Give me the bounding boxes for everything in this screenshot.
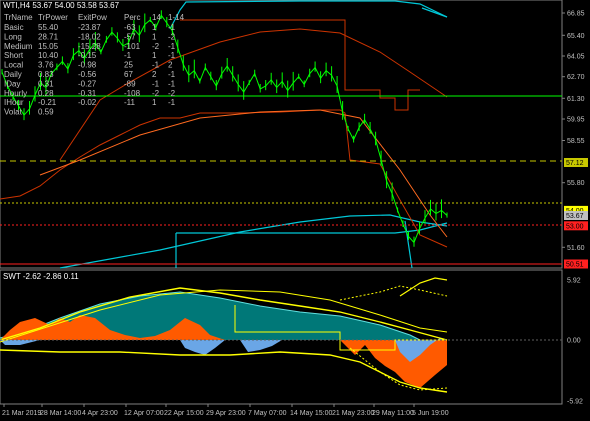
table-cell: 67 [124,70,133,79]
table-cell: 28.71 [38,32,59,41]
time-label: 7 May 07:00 [248,410,287,417]
time-label: 5 Jun 19:00 [412,410,449,417]
table-header: TrPower [38,13,68,22]
table-cell: 0.31 [38,79,54,88]
table-cell: IHour [4,98,24,107]
chart-canvas: TrName TrPower ExitPow Perc 14 1-14 Basic 55.40… [0,0,588,417]
table-cell: -23.87 [78,23,101,32]
table-cell: -63 [124,23,136,32]
price-level-label: 50.51 [566,262,584,269]
table-cell: -2 [152,42,160,51]
table-cell: -1 [124,51,132,60]
chart-window: TrName TrPower ExitPow Perc 14 1-14 Basic 55.40… [0,0,590,421]
table-cell: -2 [168,32,176,41]
price-level-label: 53.67 [566,213,584,220]
table-header: Perc [124,13,140,22]
price-tick-label: 61.30 [567,96,585,103]
table-cell: -1 [168,79,176,88]
table-cell: -0.27 [78,79,97,88]
indicator-axis: 5.92 0.00 -5.92 [567,278,583,406]
table-cell: Hourly [4,89,27,98]
table-cell: -0.15 [78,51,97,60]
table-cell: -89 [124,79,136,88]
time-label: 14 May 15:00 [290,410,333,417]
table-cell: 0.59 [38,108,54,117]
time-axis: 21 Mar 201928 Mar 14:00 4 Apr 23:00 12 Apr… [2,404,449,417]
table-cell: Long [4,32,22,41]
table-cell: Daily [4,70,22,79]
indicator-tick-label: 5.92 [567,278,581,285]
table-cell: 1 [152,51,157,60]
table-cell: -57 [124,32,136,41]
time-label: 28 Mar 14:00 [40,410,81,417]
table-cell: 0.28 [38,89,54,98]
table-cell: 10.40 [38,51,59,60]
table-cell: 55.40 [38,23,59,32]
table-cell: -18.02 [78,32,101,41]
table-cell: -2 [168,89,176,98]
table-header: TrName [4,13,33,22]
price-level-label: 53.00 [566,223,584,230]
time-label: 4 Apr 23:00 [82,410,118,417]
table-cell: -1 [152,61,160,70]
time-label: 29 May 11:00 [372,410,414,417]
price-tick-label: 66.85 [567,11,585,18]
price-tick-label: 65.40 [567,33,585,40]
table-header: 1-14 [168,13,185,22]
table-cell: Local [4,61,23,70]
table-cell: Short [4,51,24,60]
table-cell: -1 [168,42,176,51]
table-cell: -0.31 [78,89,97,98]
table-cell: -11 [124,98,136,107]
table-cell: 0.83 [38,70,54,79]
table-cell: -0.56 [78,70,97,79]
symbol-title: WTI,H4 53.67 54.00 53.58 53.67 [3,1,120,10]
table-cell: -0.21 [38,98,57,107]
price-tick-label: 51.60 [567,245,585,252]
indicator-tick-label: 0.00 [567,338,581,345]
table-header: 14 [152,13,161,22]
time-label: 29 Apr 23:00 [206,410,246,417]
price-tick-label: 62.70 [567,74,585,81]
table-cell: 1 [152,98,157,107]
price-tick-label: 55.80 [567,180,585,187]
table-cell: -101 [124,42,141,51]
table-cell: 15.05 [38,42,59,51]
price-tick-label: 58.55 [567,138,585,145]
time-label: 22 Apr 15:00 [164,410,204,417]
table-cell: -1 [168,23,176,32]
price-tick-label: 64.05 [567,54,585,61]
price-tick-label: 59.95 [567,117,585,124]
table-cell: 2 [152,70,157,79]
table-cell: -1 [168,51,176,60]
table-cell: 2 [168,61,173,70]
table-cell: -2 [152,89,160,98]
table-cell: 3.76 [38,61,54,70]
table-cell: -0.98 [78,61,97,70]
table-cell: -1 [168,70,176,79]
table-header: ExitPow [78,13,107,22]
price-axis: 66.85 65.40 64.05 62.70 61.30 59.95 58.55 57.12… [562,11,588,269]
table-cell: -108 [124,89,141,98]
indicator-tick-label: -5.92 [567,399,583,406]
time-label: 21 Mar 2019 [2,410,41,417]
time-label: 12 Apr 07:00 [124,410,164,417]
table-cell: Basic [4,23,24,32]
table-cell: -15.28 [78,42,101,51]
table-cell: IDay [4,79,20,88]
table-cell: 1 [152,32,157,41]
table-cell: -1 [152,79,160,88]
time-label: 21 May 23:00 [332,410,375,417]
table-cell: Volat [4,108,23,117]
table-cell: -1 [168,98,176,107]
table-cell: 1 [152,23,157,32]
table-cell: -0.02 [78,98,97,107]
indicator-title: SWT -2.62 -2.86 0.11 [3,272,79,281]
price-level-label: 57.12 [566,160,584,167]
table-cell: 25 [124,61,133,70]
table-cell: Medium [4,42,33,51]
